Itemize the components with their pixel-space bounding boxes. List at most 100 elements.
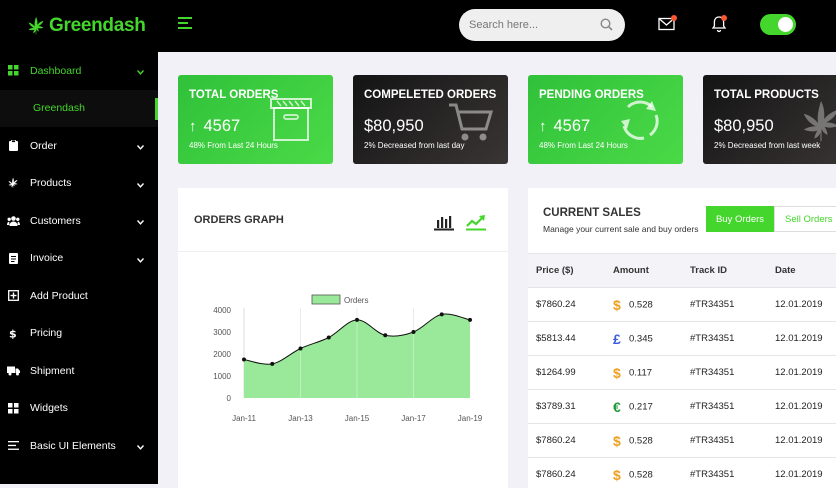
sidebar-item-pricing[interactable]: $ Pricing: [0, 315, 158, 353]
y-tick-label: 2000: [213, 350, 231, 359]
chevron-down-icon: [137, 66, 144, 73]
sidebar-item-products[interactable]: Products: [0, 165, 158, 203]
sell-orders-button[interactable]: Sell Orders: [774, 206, 836, 232]
brand-logo[interactable]: Greendash: [0, 0, 158, 52]
theme-toggle[interactable]: [760, 14, 796, 35]
card-title: TOTAL PRODUCTS: [714, 89, 819, 101]
track-id-cell: #TR34351: [690, 390, 775, 424]
stat-card-pending-orders[interactable]: PENDING ORDERS ↑4567 48% From Last 24 Hour…: [528, 75, 683, 164]
card-value-row: $80,950: [714, 117, 774, 136]
card-subtext: 48% From Last 24 Hours: [189, 141, 278, 150]
data-point: [327, 336, 331, 340]
price-cell-text: $7860.24: [536, 469, 576, 480]
chevron-down-icon: [137, 216, 144, 223]
sidebar-item-dashboard[interactable]: Dashboard: [0, 52, 158, 90]
sidebar-item-basic-ui-elements[interactable]: Basic UI Elements: [0, 427, 158, 465]
table-row[interactable]: $1264.99$0.117#TR3435112.01.2019: [528, 356, 836, 390]
current-sales-panel: CURRENT SALES Manage your current sale a…: [528, 188, 836, 488]
data-point: [299, 347, 303, 351]
document-icon: [6, 253, 20, 264]
data-point: [242, 358, 246, 362]
column-header[interactable]: Amount: [613, 254, 690, 288]
sidebar-item-customers[interactable]: Customers: [0, 202, 158, 240]
trend-chart-icon[interactable]: [466, 214, 486, 231]
search-box: [459, 9, 625, 41]
search-icon[interactable]: [600, 18, 613, 31]
y-tick-label: 0: [227, 394, 232, 403]
track-id-cell: #TR34351: [690, 288, 775, 322]
cannabis-leaf-icon: [26, 16, 46, 36]
card-title: PENDING ORDERS: [539, 89, 644, 101]
mail-button[interactable]: [658, 17, 676, 36]
table-row[interactable]: $7860.24$0.528#TR3435112.01.2019: [528, 288, 836, 322]
card-value: $80,950: [714, 117, 774, 136]
x-tick-label: Jan-13: [288, 414, 313, 423]
arrow-up-icon: ↑: [189, 118, 197, 135]
sidebar-item-label: Products: [30, 177, 71, 189]
stat-card-total-orders[interactable]: TOTAL ORDERS↑456748% From Last 24 Hours: [178, 75, 333, 164]
sidebar-item-widgets[interactable]: Widgets: [0, 390, 158, 428]
card-subtext: 48% From Last 24 Hours: [539, 141, 628, 150]
amount-cell: $0.528: [613, 424, 690, 458]
price-cell: $5813.44: [528, 322, 613, 356]
sidebar-item-label: Basic UI Elements: [30, 440, 116, 452]
sidebar-item-label: Shipment: [30, 365, 74, 377]
sales-subtitle: Manage your current sale and buy orders: [543, 224, 698, 234]
price-cell-text: $5813.44: [536, 333, 576, 344]
buy-orders-button[interactable]: Buy Orders: [706, 206, 774, 232]
amount-cell: €0.217: [613, 390, 690, 424]
stat-card-compeleted-orders[interactable]: COMPELETED ORDERS$80,9502% Decreased fro…: [353, 75, 508, 164]
table-row[interactable]: $7860.24$0.528#TR3435112.01.2019: [528, 424, 836, 458]
card-subtext: 2% Decreased from last week: [714, 141, 820, 150]
legend-label: Orders: [344, 296, 368, 305]
currency-icon: $: [613, 467, 627, 483]
date-cell-text: 12.01.2019: [775, 333, 823, 344]
sidebar-item-label: Invoice: [30, 252, 63, 264]
amount-cell-text: 0.217: [629, 401, 653, 412]
menu-toggle-icon[interactable]: [178, 17, 194, 31]
price-cell: $3789.31: [528, 390, 613, 424]
column-header[interactable]: Price ($): [528, 254, 613, 288]
users-icon: [6, 216, 20, 226]
x-tick-label: Jan-17: [401, 414, 426, 423]
price-cell: $1264.99: [528, 356, 613, 390]
column-header[interactable]: Track ID: [690, 254, 775, 288]
amount-cell: £0.345: [613, 322, 690, 356]
sidebar-nav: DashboardGreendashOrder Products Customers…: [0, 52, 158, 465]
sidebar-item-label: Widgets: [30, 402, 68, 414]
date-cell-text: 12.01.2019: [775, 367, 823, 378]
currency-icon: $: [613, 297, 627, 313]
bar-chart-icon[interactable]: [434, 214, 454, 231]
card-value: 4567: [204, 117, 241, 136]
notifications-button[interactable]: [711, 15, 727, 38]
currency-icon: €: [613, 399, 627, 415]
cannabis-leaf-icon: [6, 177, 20, 189]
arrow-up-icon: ↑: [539, 118, 547, 135]
card-value: $80,950: [364, 117, 424, 136]
card-value-row: ↑4567: [539, 117, 590, 136]
sidebar-item-invoice[interactable]: Invoice: [0, 240, 158, 278]
sidebar-item-add-product[interactable]: Add Product: [0, 277, 158, 315]
data-point: [440, 312, 444, 316]
date-cell: 12.01.2019: [775, 322, 836, 356]
svg-text:$: $: [9, 328, 17, 340]
table-row[interactable]: $7860.24$0.528#TR3435112.01.2019: [528, 458, 836, 488]
table-row[interactable]: $3789.31€0.217#TR3435112.01.2019: [528, 390, 836, 424]
amount-cell: $0.117: [613, 356, 690, 390]
data-point: [355, 318, 359, 322]
sidebar-subitem-greendash[interactable]: Greendash: [0, 90, 158, 128]
table-row[interactable]: $5813.44£0.345#TR3435112.01.2019: [528, 322, 836, 356]
date-cell: 12.01.2019: [775, 458, 836, 488]
sidebar-item-label: Customers: [30, 215, 81, 227]
date-cell-text: 12.01.2019: [775, 299, 823, 310]
sidebar-item-order[interactable]: Order: [0, 127, 158, 165]
stat-card-total-products[interactable]: TOTAL PRODUCTS $80,950 2% Decreased from l…: [703, 75, 836, 164]
sidebar-item-label: Pricing: [30, 327, 62, 339]
amount-cell-text: 0.528: [629, 469, 653, 480]
x-tick-label: Jan-11: [232, 414, 256, 423]
price-cell-text: $7860.24: [536, 435, 576, 446]
sidebar-item-shipment[interactable]: Shipment: [0, 352, 158, 390]
amount-cell-text: 0.528: [629, 435, 653, 446]
search-input[interactable]: [469, 19, 589, 31]
column-header[interactable]: Date: [775, 254, 836, 288]
